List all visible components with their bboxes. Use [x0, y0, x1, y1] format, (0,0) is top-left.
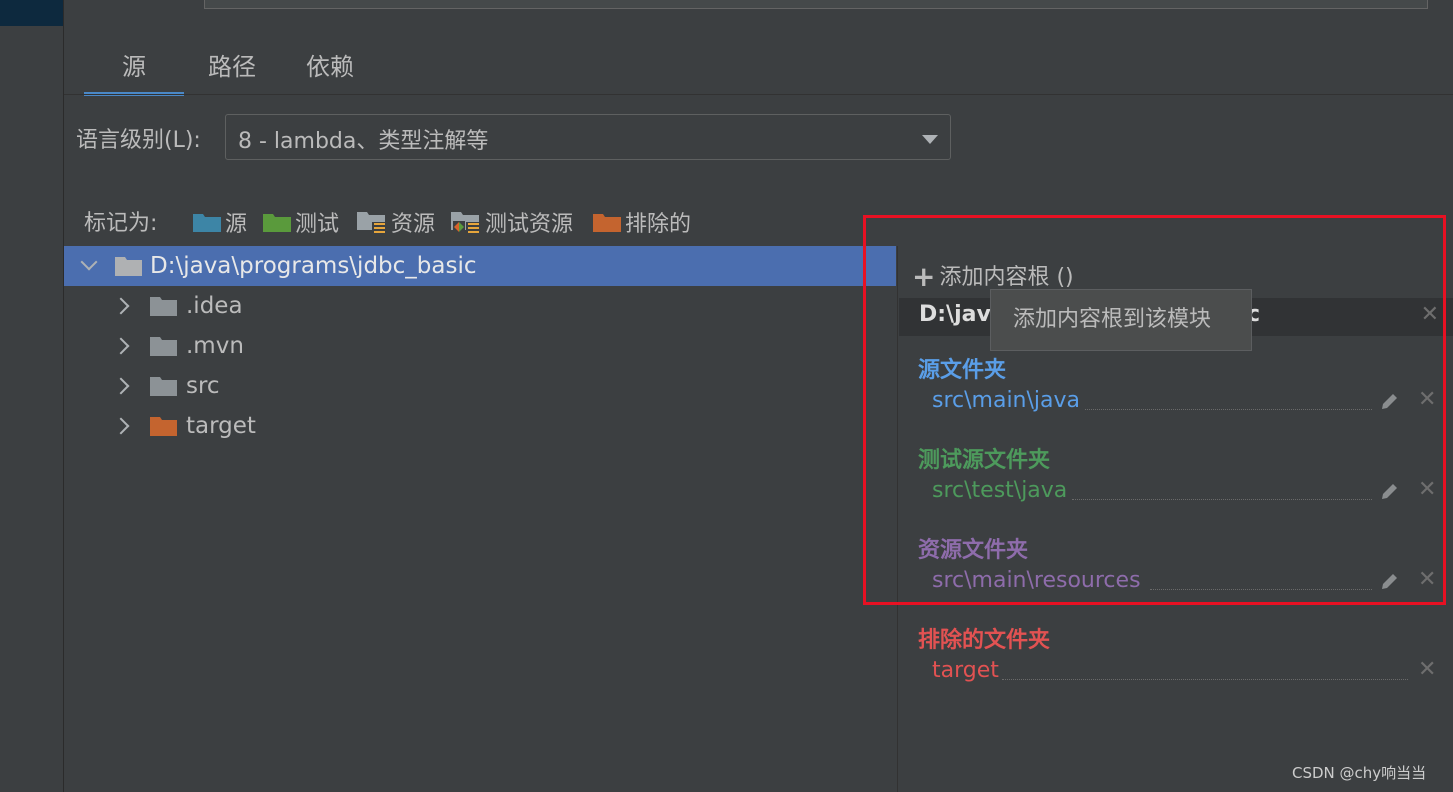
tree-row[interactable]: target	[64, 406, 896, 446]
tree-item-label: target	[186, 413, 256, 439]
mark-as-excluded-label: 排除的	[625, 212, 692, 237]
test-resource-folder-icon	[451, 212, 480, 234]
resource-folder-icon	[357, 212, 386, 234]
chevron-right-icon[interactable]	[112, 417, 130, 435]
tab-sources[interactable]: 源	[84, 50, 184, 96]
highlight-annotation-box	[863, 215, 1446, 605]
tree-row[interactable]: src	[64, 366, 896, 406]
mark-as-tests-button[interactable]: 测试	[262, 206, 339, 238]
folder-icon	[150, 337, 177, 356]
tree-row[interactable]: .mvn	[64, 326, 896, 366]
left-sidebar	[0, 0, 64, 792]
tab-sources-label: 源	[122, 53, 146, 81]
dotted-leader	[1002, 679, 1408, 680]
mark-as-sources-button[interactable]: 源	[192, 206, 247, 238]
tab-divider	[64, 94, 1453, 95]
tab-paths[interactable]: 路径	[195, 50, 269, 90]
tree-row[interactable]: .idea	[64, 286, 896, 326]
language-level-value: 8 - lambda、类型注解等	[238, 129, 489, 154]
tree-item-label: .mvn	[186, 333, 244, 359]
language-level-select[interactable]: 8 - lambda、类型注解等	[225, 114, 951, 160]
folder-icon	[150, 297, 177, 316]
source-folder-icon	[193, 214, 221, 232]
mark-as-test-resources-button[interactable]: 测试资源	[450, 206, 573, 238]
left-sidebar-selection	[0, 0, 63, 26]
excluded-folder-icon	[150, 417, 177, 436]
mark-as-label: 标记为:	[84, 211, 158, 236]
watermark: CSDN @chy响当当	[1292, 764, 1427, 782]
excluded-folders-title: 排除的文件夹	[918, 628, 1051, 653]
mark-as-sources-label: 源	[225, 212, 248, 237]
excluded-folder-path: target	[932, 658, 999, 683]
mark-as-resources-label: 资源	[391, 212, 436, 237]
chevron-down-icon[interactable]	[80, 253, 98, 271]
chevron-down-icon	[922, 135, 938, 144]
mark-as-excluded-button[interactable]: 排除的	[592, 206, 691, 238]
excluded-folder-icon	[593, 214, 621, 232]
chevron-right-icon[interactable]	[112, 297, 130, 315]
chevron-right-icon[interactable]	[112, 337, 130, 355]
mark-as-resources-button[interactable]: 资源	[356, 206, 435, 238]
chevron-right-icon[interactable]	[112, 377, 130, 395]
tree-row-root[interactable]: D:\java\programs\jdbc_basic	[64, 246, 896, 286]
mark-as-test-resources-label: 测试资源	[485, 212, 574, 237]
remove-icon[interactable]: ✕	[1418, 657, 1436, 682]
tab-paths-label: 路径	[208, 53, 256, 81]
test-folder-icon	[263, 214, 291, 232]
tab-dependencies-label: 依赖	[306, 53, 354, 81]
tab-dependencies[interactable]: 依赖	[295, 50, 365, 90]
tree-root-label: D:\java\programs\jdbc_basic	[150, 253, 477, 279]
name-field[interactable]	[204, 0, 1428, 9]
folder-icon	[150, 377, 177, 396]
folder-icon	[115, 257, 142, 276]
language-level-label: 语言级别(L):	[76, 128, 201, 153]
mark-as-tests-label: 测试	[295, 212, 340, 237]
tree-item-label: src	[186, 373, 220, 399]
tree-item-label: .idea	[186, 293, 243, 319]
